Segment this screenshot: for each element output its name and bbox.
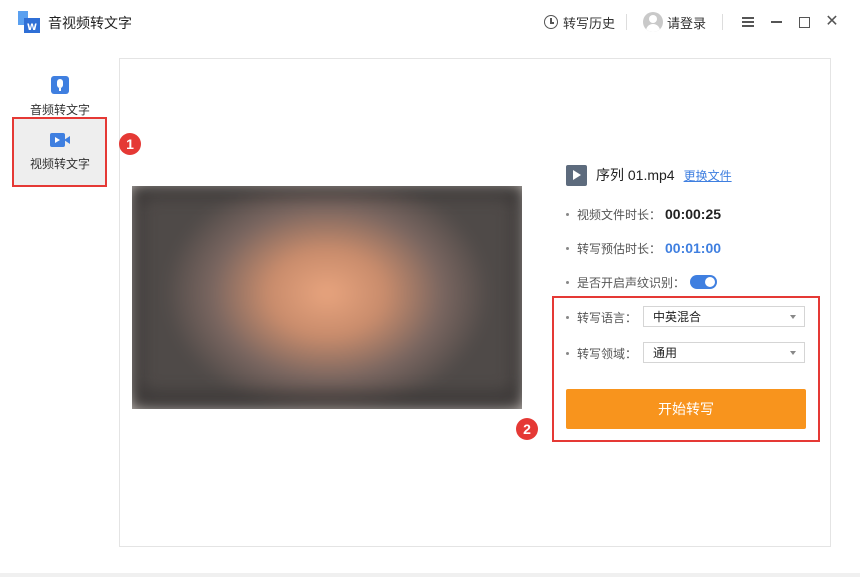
app-title: 音视频转文字 xyxy=(48,15,132,31)
title-bar: W 音视频转文字 转写历史 请登录 ✕ xyxy=(0,0,860,44)
estimate-value: 00:01:00 xyxy=(665,240,722,256)
minimize-icon[interactable] xyxy=(766,12,786,32)
bullet-icon xyxy=(566,246,569,250)
divider xyxy=(626,14,627,30)
login-button[interactable]: 请登录 xyxy=(643,11,706,33)
sidebar-item-label: 音频转文字 xyxy=(29,103,90,117)
clock-icon xyxy=(544,15,558,29)
voiceprint-label: 是否开启声纹识别： xyxy=(577,275,686,290)
video-file-icon xyxy=(566,164,587,186)
highlight-box xyxy=(552,296,820,442)
app-logo-icon: W xyxy=(18,11,40,33)
microphone-icon xyxy=(51,76,69,94)
voiceprint-toggle[interactable] xyxy=(690,275,717,289)
maximize-icon[interactable] xyxy=(794,12,814,32)
step-marker: 1 xyxy=(119,133,141,155)
estimate-label: 转写预估时长： xyxy=(577,241,662,256)
bullet-icon xyxy=(566,280,569,284)
file-name: 序列 01.mp4 xyxy=(596,167,675,183)
menu-icon[interactable] xyxy=(738,12,758,32)
duration-row: 视频文件时长： 00:00:25 xyxy=(566,204,721,224)
history-button[interactable]: 转写历史 xyxy=(544,12,615,32)
duration-label: 视频文件时长： xyxy=(577,207,662,222)
voiceprint-row: 是否开启声纹识别： xyxy=(566,272,717,292)
bullet-icon xyxy=(566,212,569,216)
change-file-link[interactable]: 更换文件 xyxy=(684,167,732,184)
avatar-icon xyxy=(643,12,663,32)
close-icon[interactable]: ✕ xyxy=(822,12,842,32)
svg-text:W: W xyxy=(27,23,37,33)
login-label: 请登录 xyxy=(667,15,707,31)
estimate-row: 转写预估时长： 00:01:00 xyxy=(566,238,721,258)
video-preview xyxy=(132,186,522,409)
highlight-box xyxy=(12,117,107,187)
divider xyxy=(722,14,723,30)
duration-value: 00:00:25 xyxy=(665,206,722,222)
bottom-border xyxy=(0,573,860,577)
step-marker: 2 xyxy=(516,418,538,440)
history-label: 转写历史 xyxy=(563,15,616,31)
file-row: 序列 01.mp4 更换文件 xyxy=(566,164,732,186)
